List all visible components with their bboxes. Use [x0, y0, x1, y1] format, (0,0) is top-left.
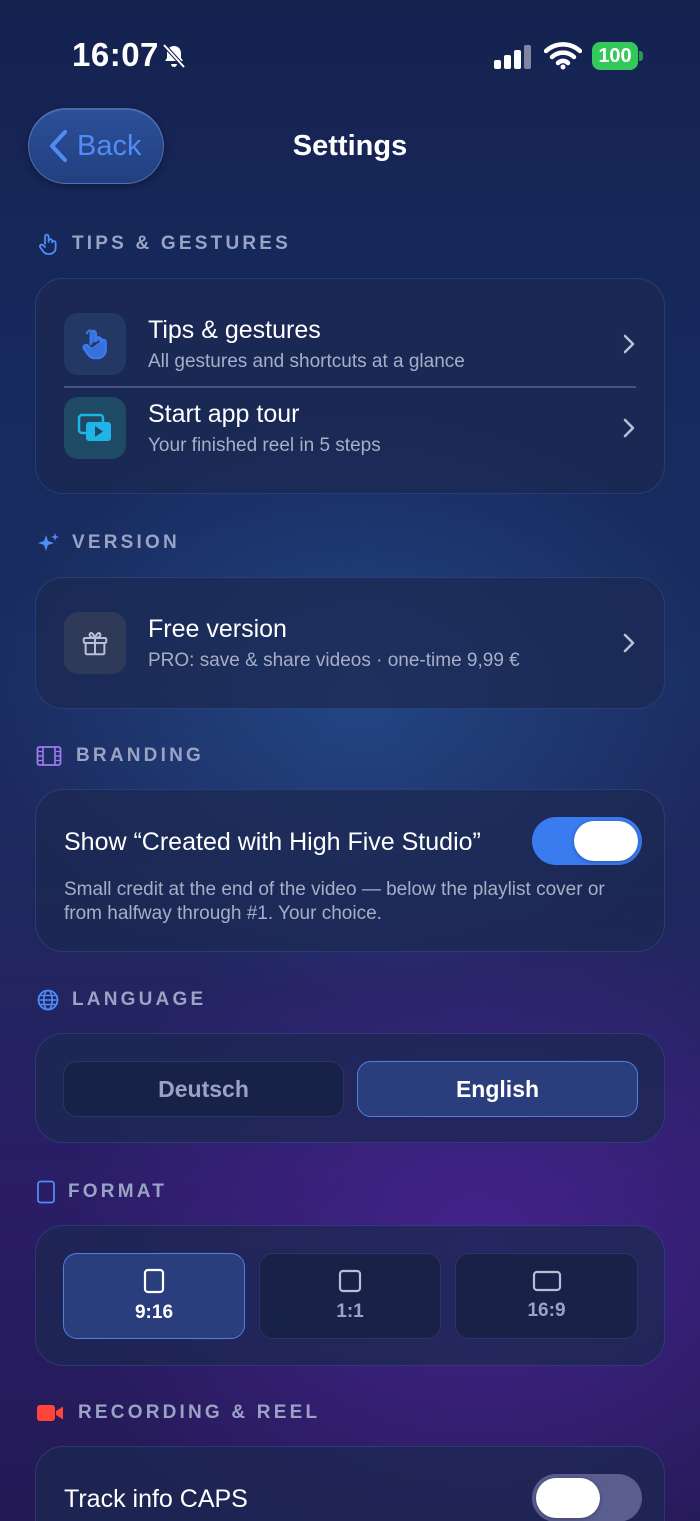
item-subtitle: PRO: save & share videos · one-time 9,99… [148, 649, 520, 671]
hand-pointer-icon [82, 328, 107, 360]
video-camera-icon [37, 1405, 63, 1421]
format-option-9-16[interactable]: 9:16 [63, 1253, 245, 1339]
format-label: 16:9 [527, 1300, 566, 1321]
battery-indicator: 100 [592, 42, 644, 70]
tour-icon-tile [64, 397, 126, 459]
branding-card: Show “Created with High Five Studio” Sma… [35, 789, 665, 952]
battery-level: 100 [592, 42, 638, 70]
language-card: Deutsch English [35, 1033, 665, 1143]
section-title: RECORDING & REEL [78, 1402, 321, 1423]
page-title: Settings [292, 130, 408, 162]
wifi-icon [544, 42, 582, 70]
item-subtitle: Your finished reel in 5 steps [148, 434, 381, 456]
tips-icon-tile [64, 313, 126, 375]
square-frame-icon [338, 1269, 362, 1293]
section-title: LANGUAGE [72, 989, 207, 1010]
chevron-right-icon [623, 418, 635, 438]
format-option-1-1[interactable]: 1:1 [259, 1253, 441, 1339]
portrait-frame-icon [143, 1268, 165, 1294]
section-title: FORMAT [68, 1181, 168, 1202]
chevron-right-icon [623, 334, 635, 354]
section-title: TIPS & GESTURES [72, 233, 292, 254]
section-title: BRANDING [76, 745, 204, 766]
list-item-free-version[interactable]: Free version PRO: save & share videos · … [64, 612, 636, 674]
item-subtitle: All gestures and shortcuts at a glance [148, 350, 465, 372]
item-title: Free version [148, 614, 287, 643]
format-label: 9:16 [134, 1302, 174, 1323]
list-item-tips-gestures[interactable]: Tips & gestures All gestures and shortcu… [64, 313, 636, 375]
section-header-branding: BRANDING [36, 744, 204, 768]
back-label: Back [77, 129, 142, 162]
sparkles-icon [38, 533, 59, 551]
section-header-recording: RECORDING & REEL [36, 1402, 320, 1424]
hand-pointer-icon [39, 233, 57, 255]
toggle-knob [574, 821, 638, 861]
landscape-frame-icon [532, 1270, 561, 1292]
section-header-format: FORMAT [36, 1180, 167, 1204]
item-title: Start app tour [148, 399, 300, 428]
caps-toggle[interactable] [532, 1474, 642, 1521]
format-card: 9:16 1:1 16:9 [35, 1225, 665, 1366]
item-title: Tips & gestures [148, 315, 321, 344]
branding-toggle[interactable] [532, 817, 642, 865]
gift-icon-tile [64, 612, 126, 674]
status-time: 16:07 [72, 36, 159, 73]
chevron-left-icon [50, 130, 67, 162]
format-option-16-9[interactable]: 16:9 [455, 1253, 638, 1339]
divider [64, 386, 636, 388]
version-card: Free version PRO: save & share videos · … [35, 577, 665, 709]
caps-toggle-label: Track info CAPS [64, 1485, 248, 1513]
list-item-app-tour[interactable]: Start app tour Your finished reel in 5 s… [64, 397, 636, 459]
portrait-frame-icon [37, 1180, 55, 1204]
section-title: VERSION [72, 532, 180, 553]
chevron-right-icon [623, 633, 635, 653]
play-stack-icon [77, 413, 111, 441]
section-header-tips: TIPS & GESTURES [36, 232, 291, 256]
section-header-version: VERSION [36, 531, 180, 555]
bell-muted-icon [162, 43, 186, 69]
back-button[interactable]: Back [28, 108, 164, 184]
format-label: 1:1 [336, 1301, 364, 1322]
section-header-language: LANGUAGE [36, 988, 206, 1012]
language-option-deutsch[interactable]: Deutsch [63, 1061, 344, 1117]
recording-card: Track info CAPS [35, 1446, 665, 1521]
toggle-knob [536, 1478, 600, 1518]
branding-description: Small credit at the end of the video — b… [64, 879, 605, 924]
language-option-english[interactable]: English [357, 1061, 638, 1117]
signal-icon [494, 45, 531, 69]
tips-card: Tips & gestures All gestures and shortcu… [35, 278, 665, 494]
gift-icon [82, 632, 108, 656]
film-icon [36, 746, 62, 766]
globe-icon [37, 989, 59, 1011]
branding-toggle-label: Show “Created with High Five Studio” [64, 828, 481, 856]
